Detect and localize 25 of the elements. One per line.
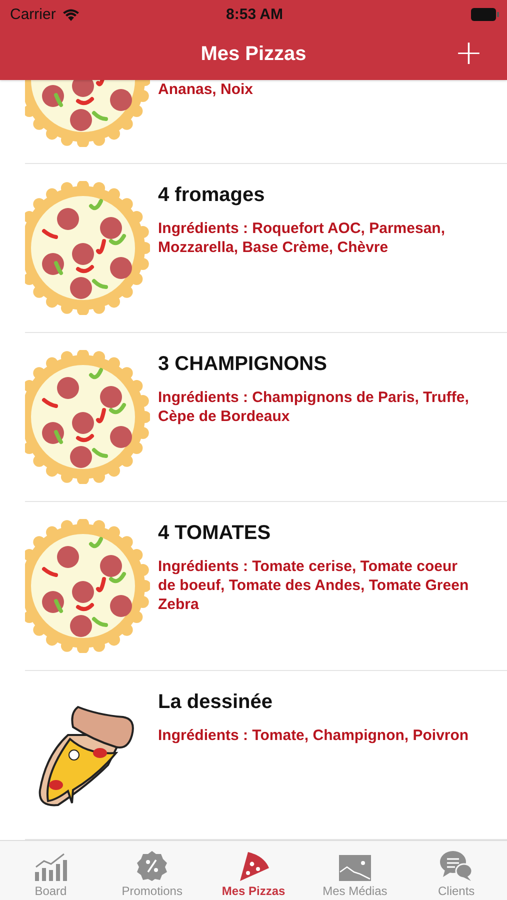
pizza-slice-icon (238, 850, 270, 882)
image-icon (338, 854, 372, 882)
carrier-label: Carrier (10, 6, 56, 22)
pizza-name: 3 CHAMPIGNONS (158, 353, 328, 376)
ingredients-text: Ingrédients : Tomate cerise, Tomate coeur de boeuf, Tomate des Andes, Tomate Green Zebra (158, 557, 470, 614)
ingredients-text: Ananas, Noix (158, 80, 254, 99)
discount-badge-icon (136, 850, 168, 882)
ingredients-text: Ingrédients : Roquefort AOC, Parmesan, Mozzarella, Base Crème, Chèvre (158, 219, 446, 257)
chat-bubbles-icon (439, 850, 474, 882)
tab-item[interactable]: Board (0, 841, 102, 900)
ingredients-text: Ingrédients : Tomate, Champignon, Poivron (158, 726, 470, 745)
battery-icon (471, 8, 499, 20)
nav-title: Mes Pizzas (200, 42, 306, 66)
pizza-name: La dessinée (158, 691, 274, 714)
bar-chart-icon (34, 852, 68, 882)
ingredients-text: Ingrédients : Champignons de Paris, Truffe, Cèpe de Bordeaux (158, 388, 470, 426)
wifi-icon (62, 8, 80, 20)
tab-item[interactable]: Mes Médias (304, 841, 406, 900)
pizza-name: 4 fromages (158, 184, 266, 207)
add-button[interactable]: + (454, 36, 483, 70)
status-time: 8:53 AM (226, 6, 283, 22)
tab-item[interactable]: Clients (406, 841, 507, 900)
pizza-name: 4 TOMATES (158, 522, 272, 545)
tab-item[interactable]: Mes Pizzas (202, 841, 304, 900)
tab-item[interactable]: Promotions (101, 841, 203, 900)
